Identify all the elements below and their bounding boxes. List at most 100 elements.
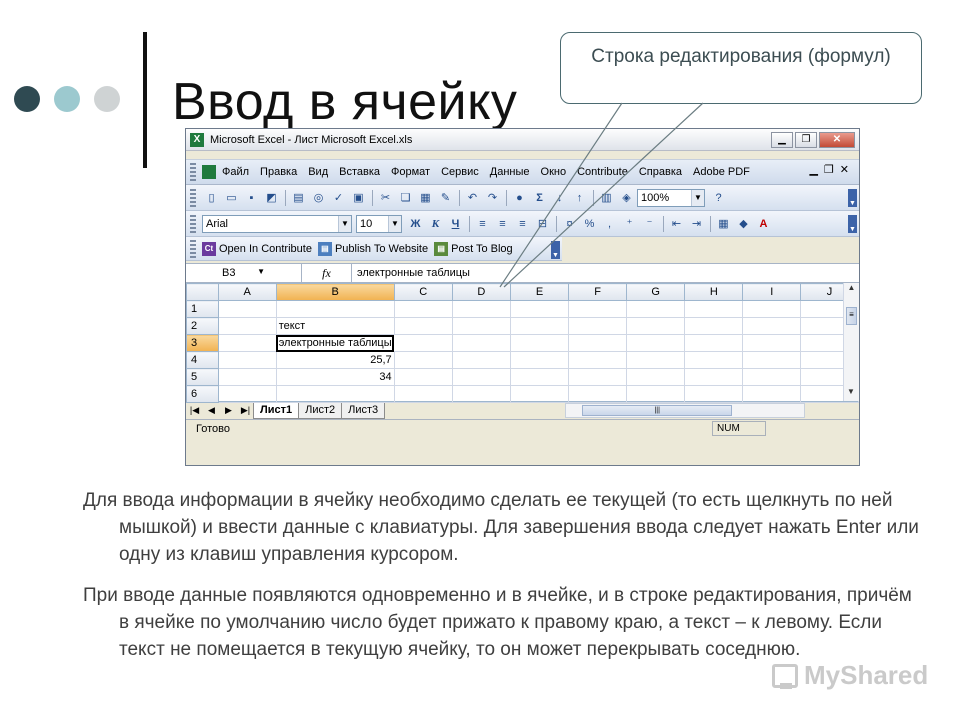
cell[interactable]: [568, 300, 628, 318]
format-painter-icon[interactable]: ✎: [436, 189, 455, 207]
row-header[interactable]: 1: [186, 300, 219, 318]
vertical-scrollbar[interactable]: ▲ ≡ ▼: [843, 283, 859, 401]
bold-button[interactable]: Ж: [406, 215, 425, 233]
menu-window[interactable]: Окно: [541, 166, 567, 178]
currency-icon[interactable]: ¤: [560, 215, 579, 233]
font-color-icon[interactable]: A: [754, 215, 773, 233]
column-header[interactable]: H: [684, 283, 744, 301]
cell[interactable]: [451, 317, 511, 335]
cell[interactable]: [684, 317, 744, 335]
cell[interactable]: [509, 368, 570, 386]
workbook-restore-button[interactable]: ❐: [824, 163, 834, 176]
cell[interactable]: [451, 300, 511, 318]
cell[interactable]: [393, 317, 453, 335]
menu-file[interactable]: Файл: [222, 166, 249, 178]
zoom-select[interactable]: 100% ▼: [637, 188, 705, 207]
cell[interactable]: [393, 385, 453, 403]
toolbar-options-icon[interactable]: ▼: [848, 215, 857, 233]
column-header[interactable]: C: [393, 283, 453, 301]
menu-adobe-pdf[interactable]: Adobe PDF: [693, 166, 750, 178]
menu-contribute[interactable]: Contribute: [577, 166, 628, 178]
horizontal-scrollbar[interactable]: |||: [565, 403, 806, 418]
column-header[interactable]: G: [626, 283, 686, 301]
percent-icon[interactable]: %: [580, 215, 599, 233]
cell-b5[interactable]: 34: [275, 368, 395, 386]
sort-descending-icon[interactable]: ↑: [570, 189, 589, 207]
cell[interactable]: [742, 317, 802, 335]
cell[interactable]: [451, 385, 511, 403]
row-header[interactable]: 5: [186, 368, 219, 386]
row-header[interactable]: 6: [186, 385, 219, 403]
comma-style-icon[interactable]: ,: [600, 215, 619, 233]
autosum-icon[interactable]: Σ: [530, 189, 549, 207]
toolbar-grip-icon[interactable]: [190, 214, 196, 233]
cell[interactable]: [393, 300, 453, 318]
new-icon[interactable]: ▯: [202, 189, 221, 207]
prev-sheet-icon[interactable]: ◀: [203, 405, 220, 416]
sheet-tab-2[interactable]: Лист2: [298, 402, 343, 419]
sheet-tab-1[interactable]: Лист1: [253, 402, 300, 419]
close-button[interactable]: ✕: [819, 131, 855, 148]
workbook-minimize-button[interactable]: ▁: [809, 163, 817, 176]
column-header[interactable]: E: [509, 283, 570, 301]
scroll-down-icon[interactable]: ▼: [844, 387, 858, 401]
cell[interactable]: [568, 368, 628, 386]
row-header[interactable]: 2: [186, 317, 219, 335]
cell[interactable]: [217, 368, 277, 386]
cell[interactable]: [684, 351, 744, 369]
name-box[interactable]: B3 ▼: [186, 264, 302, 282]
menu-tools[interactable]: Сервис: [441, 166, 479, 178]
cell[interactable]: [275, 385, 395, 403]
cell[interactable]: [509, 351, 570, 369]
cell[interactable]: [626, 368, 686, 386]
research-icon[interactable]: ▣: [349, 189, 368, 207]
cell[interactable]: [451, 334, 511, 352]
cell[interactable]: [684, 385, 744, 403]
sort-ascending-icon[interactable]: ↓: [550, 189, 569, 207]
paste-icon[interactable]: ▦: [416, 189, 435, 207]
cell[interactable]: [742, 385, 802, 403]
cell[interactable]: [684, 300, 744, 318]
chevron-down-icon[interactable]: ▼: [388, 215, 401, 232]
save-icon[interactable]: ▪: [242, 189, 261, 207]
align-right-icon[interactable]: ≡: [513, 215, 532, 233]
cell[interactable]: [626, 351, 686, 369]
cell[interactable]: [451, 351, 511, 369]
cell[interactable]: [394, 334, 453, 352]
help-icon[interactable]: ?: [709, 189, 728, 207]
cell[interactable]: [684, 368, 744, 386]
column-header[interactable]: A: [217, 283, 277, 301]
cell-b2[interactable]: текст: [275, 317, 395, 335]
row-header-selected[interactable]: 3: [186, 334, 219, 352]
cell[interactable]: [626, 334, 686, 352]
cell[interactable]: [217, 334, 277, 352]
chevron-down-icon[interactable]: ▼: [691, 189, 704, 206]
cell[interactable]: [217, 317, 277, 335]
cell[interactable]: [684, 334, 744, 352]
insert-function-icon[interactable]: fx: [302, 264, 352, 282]
cell[interactable]: [568, 317, 628, 335]
formula-input[interactable]: электронные таблицы: [352, 267, 470, 279]
chart-wizard-icon[interactable]: ▥: [597, 189, 616, 207]
toolbar-options-icon[interactable]: ▼: [848, 189, 857, 207]
italic-button[interactable]: К: [426, 215, 445, 233]
open-icon[interactable]: ▭: [222, 189, 241, 207]
chevron-down-icon[interactable]: ▼: [338, 215, 351, 232]
cell[interactable]: [509, 317, 570, 335]
font-size-select[interactable]: 10 ▼: [356, 214, 402, 233]
active-cell-b3[interactable]: электронные таблицы: [275, 334, 395, 352]
post-to-blog-button[interactable]: ▤ Post To Blog: [434, 241, 513, 256]
undo-icon[interactable]: ↶: [463, 189, 482, 207]
column-header-selected[interactable]: B: [275, 283, 395, 301]
cell[interactable]: [275, 300, 395, 318]
next-sheet-icon[interactable]: ▶: [220, 405, 237, 416]
column-header[interactable]: F: [568, 283, 628, 301]
menu-format[interactable]: Формат: [391, 166, 430, 178]
redo-icon[interactable]: ↷: [483, 189, 502, 207]
cell[interactable]: [217, 351, 277, 369]
cell[interactable]: [393, 351, 453, 369]
cell-b4[interactable]: 25,7: [275, 351, 395, 369]
publish-to-website-button[interactable]: ▤ Publish To Website: [317, 241, 428, 256]
decrease-indent-icon[interactable]: ⇤: [667, 215, 686, 233]
menu-data[interactable]: Данные: [490, 166, 530, 178]
